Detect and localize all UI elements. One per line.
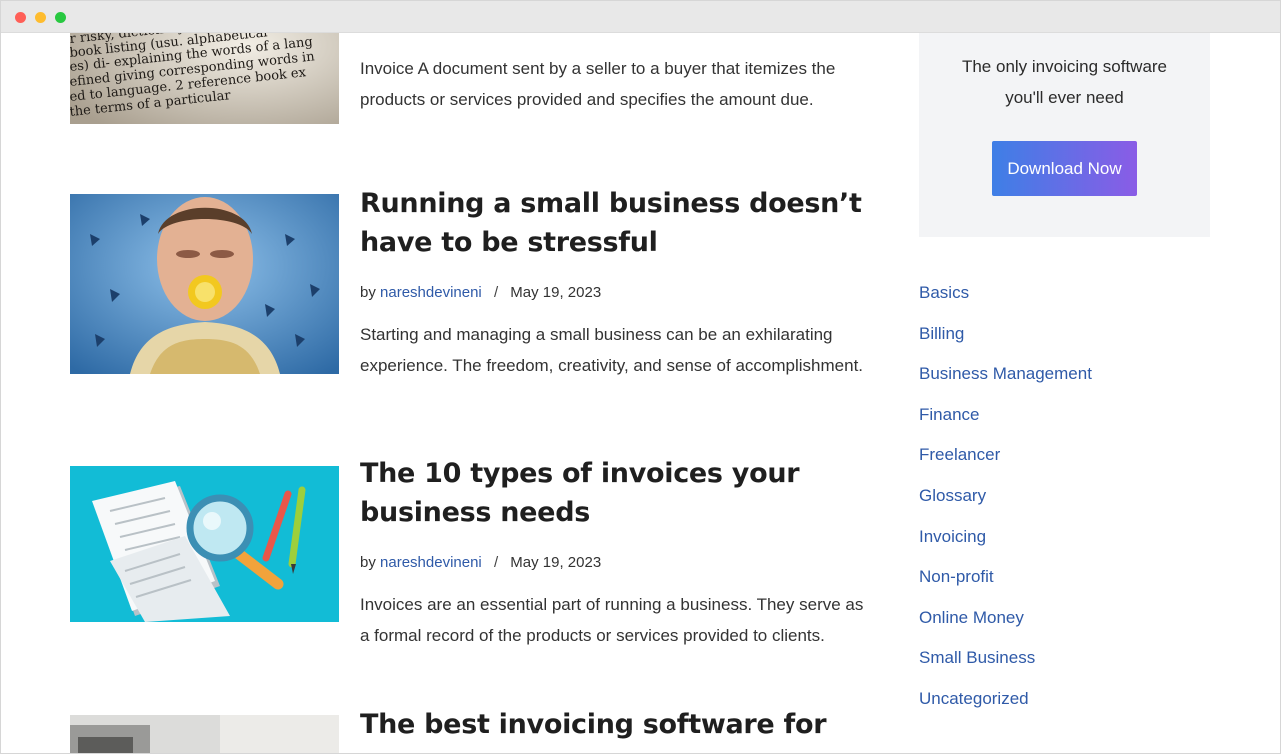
category-item: Finance <box>919 398 1092 439</box>
page-content: r risky, dictionary /'dɪkʃənəri/ n. book… <box>1 33 1280 753</box>
category-item: Freelancer <box>919 438 1092 479</box>
post-item: The best invoicing software for <box>70 705 870 753</box>
browser-window: r risky, dictionary /'dɪkʃənəri/ n. book… <box>0 0 1281 754</box>
post-body: Running a small business doesn’t have to… <box>360 184 865 381</box>
promo-text: The only invoicing software you'll ever … <box>961 57 1168 107</box>
category-item: Business Management <box>919 357 1092 398</box>
dictionary-page-photo: r risky, dictionary /'dɪkʃənəri/ n. book… <box>70 33 339 124</box>
category-item: Basics <box>919 276 1092 317</box>
category-link-invoicing[interactable]: Invoicing <box>919 527 986 546</box>
author-link[interactable]: nareshdevineni <box>380 554 482 571</box>
category-item: Non-profit <box>919 560 1092 601</box>
download-now-button[interactable]: Download Now <box>992 141 1137 196</box>
meta-separator: / <box>493 554 499 571</box>
category-item: Small Business <box>919 641 1092 682</box>
post-excerpt: Starting and managing a small business c… <box>360 325 864 375</box>
category-link-billing[interactable]: Billing <box>919 324 964 343</box>
category-link-business-management[interactable]: Business Management <box>919 364 1092 383</box>
maximize-window-button[interactable] <box>55 12 66 23</box>
post-meta: by nareshdevineni / May 19, 2023 <box>360 284 865 301</box>
category-item: Billing <box>919 317 1092 358</box>
category-link-small-business[interactable]: Small Business <box>919 648 1035 667</box>
category-link-online-money[interactable]: Online Money <box>919 608 1024 627</box>
documents-magnifier-illustration <box>70 466 339 622</box>
by-label: by <box>360 284 376 301</box>
category-item: Glossary <box>919 479 1092 520</box>
category-link-basics[interactable]: Basics <box>919 283 969 302</box>
post-item: r risky, dictionary /'dɪkʃənəri/ n. book… <box>70 33 870 133</box>
category-item: Uncategorized <box>919 682 1092 723</box>
close-window-button[interactable] <box>15 12 26 23</box>
post-body: Invoice A document sent by a seller to a… <box>360 53 865 115</box>
post-excerpt: Invoices are an essential part of runnin… <box>360 595 864 645</box>
post-thumbnail-image[interactable] <box>70 194 339 374</box>
category-link-non-profit[interactable]: Non-profit <box>919 567 994 586</box>
meta-separator: / <box>493 284 499 301</box>
category-link-freelancer[interactable]: Freelancer <box>919 445 1000 464</box>
post-meta: by nareshdevineni / May 19, 2023 <box>360 554 865 571</box>
post-date: May 19, 2023 <box>510 554 602 571</box>
post-title-link[interactable]: The best invoicing software for <box>360 705 865 744</box>
post-thumbnail-image[interactable] <box>70 466 339 622</box>
post-body: The 10 types of invoices your business n… <box>360 454 865 651</box>
promo-box: The only invoicing software you'll ever … <box>919 33 1210 237</box>
category-link-finance[interactable]: Finance <box>919 405 979 424</box>
category-link-glossary[interactable]: Glossary <box>919 486 986 505</box>
by-label: by <box>360 554 376 571</box>
post-thumbnail-image[interactable]: r risky, dictionary /'dɪkʃənəri/ n. book… <box>70 33 339 124</box>
category-list: Basics Billing Business Management Finan… <box>919 276 1092 723</box>
post-title-link[interactable]: Running a small business doesn’t have to… <box>360 184 865 262</box>
post-date: May 19, 2023 <box>510 284 602 301</box>
category-link-uncategorized[interactable]: Uncategorized <box>919 689 1029 708</box>
post-item: Running a small business doesn’t have to… <box>70 188 870 394</box>
calculator-photo <box>70 715 339 753</box>
title-bar <box>1 1 1280 33</box>
post-title-link[interactable]: The 10 types of invoices your business n… <box>360 454 865 532</box>
post-body: The best invoicing software for <box>360 705 865 744</box>
post-thumbnail-image[interactable] <box>70 715 339 753</box>
minimize-window-button[interactable] <box>35 12 46 23</box>
post-excerpt: Invoice A document sent by a seller to a… <box>360 59 836 109</box>
category-item: Invoicing <box>919 520 1092 561</box>
stressed-man-biting-lemon-photo <box>70 194 339 374</box>
post-item: The 10 types of invoices your business n… <box>70 454 870 654</box>
author-link[interactable]: nareshdevineni <box>380 284 482 301</box>
category-item: Online Money <box>919 601 1092 642</box>
